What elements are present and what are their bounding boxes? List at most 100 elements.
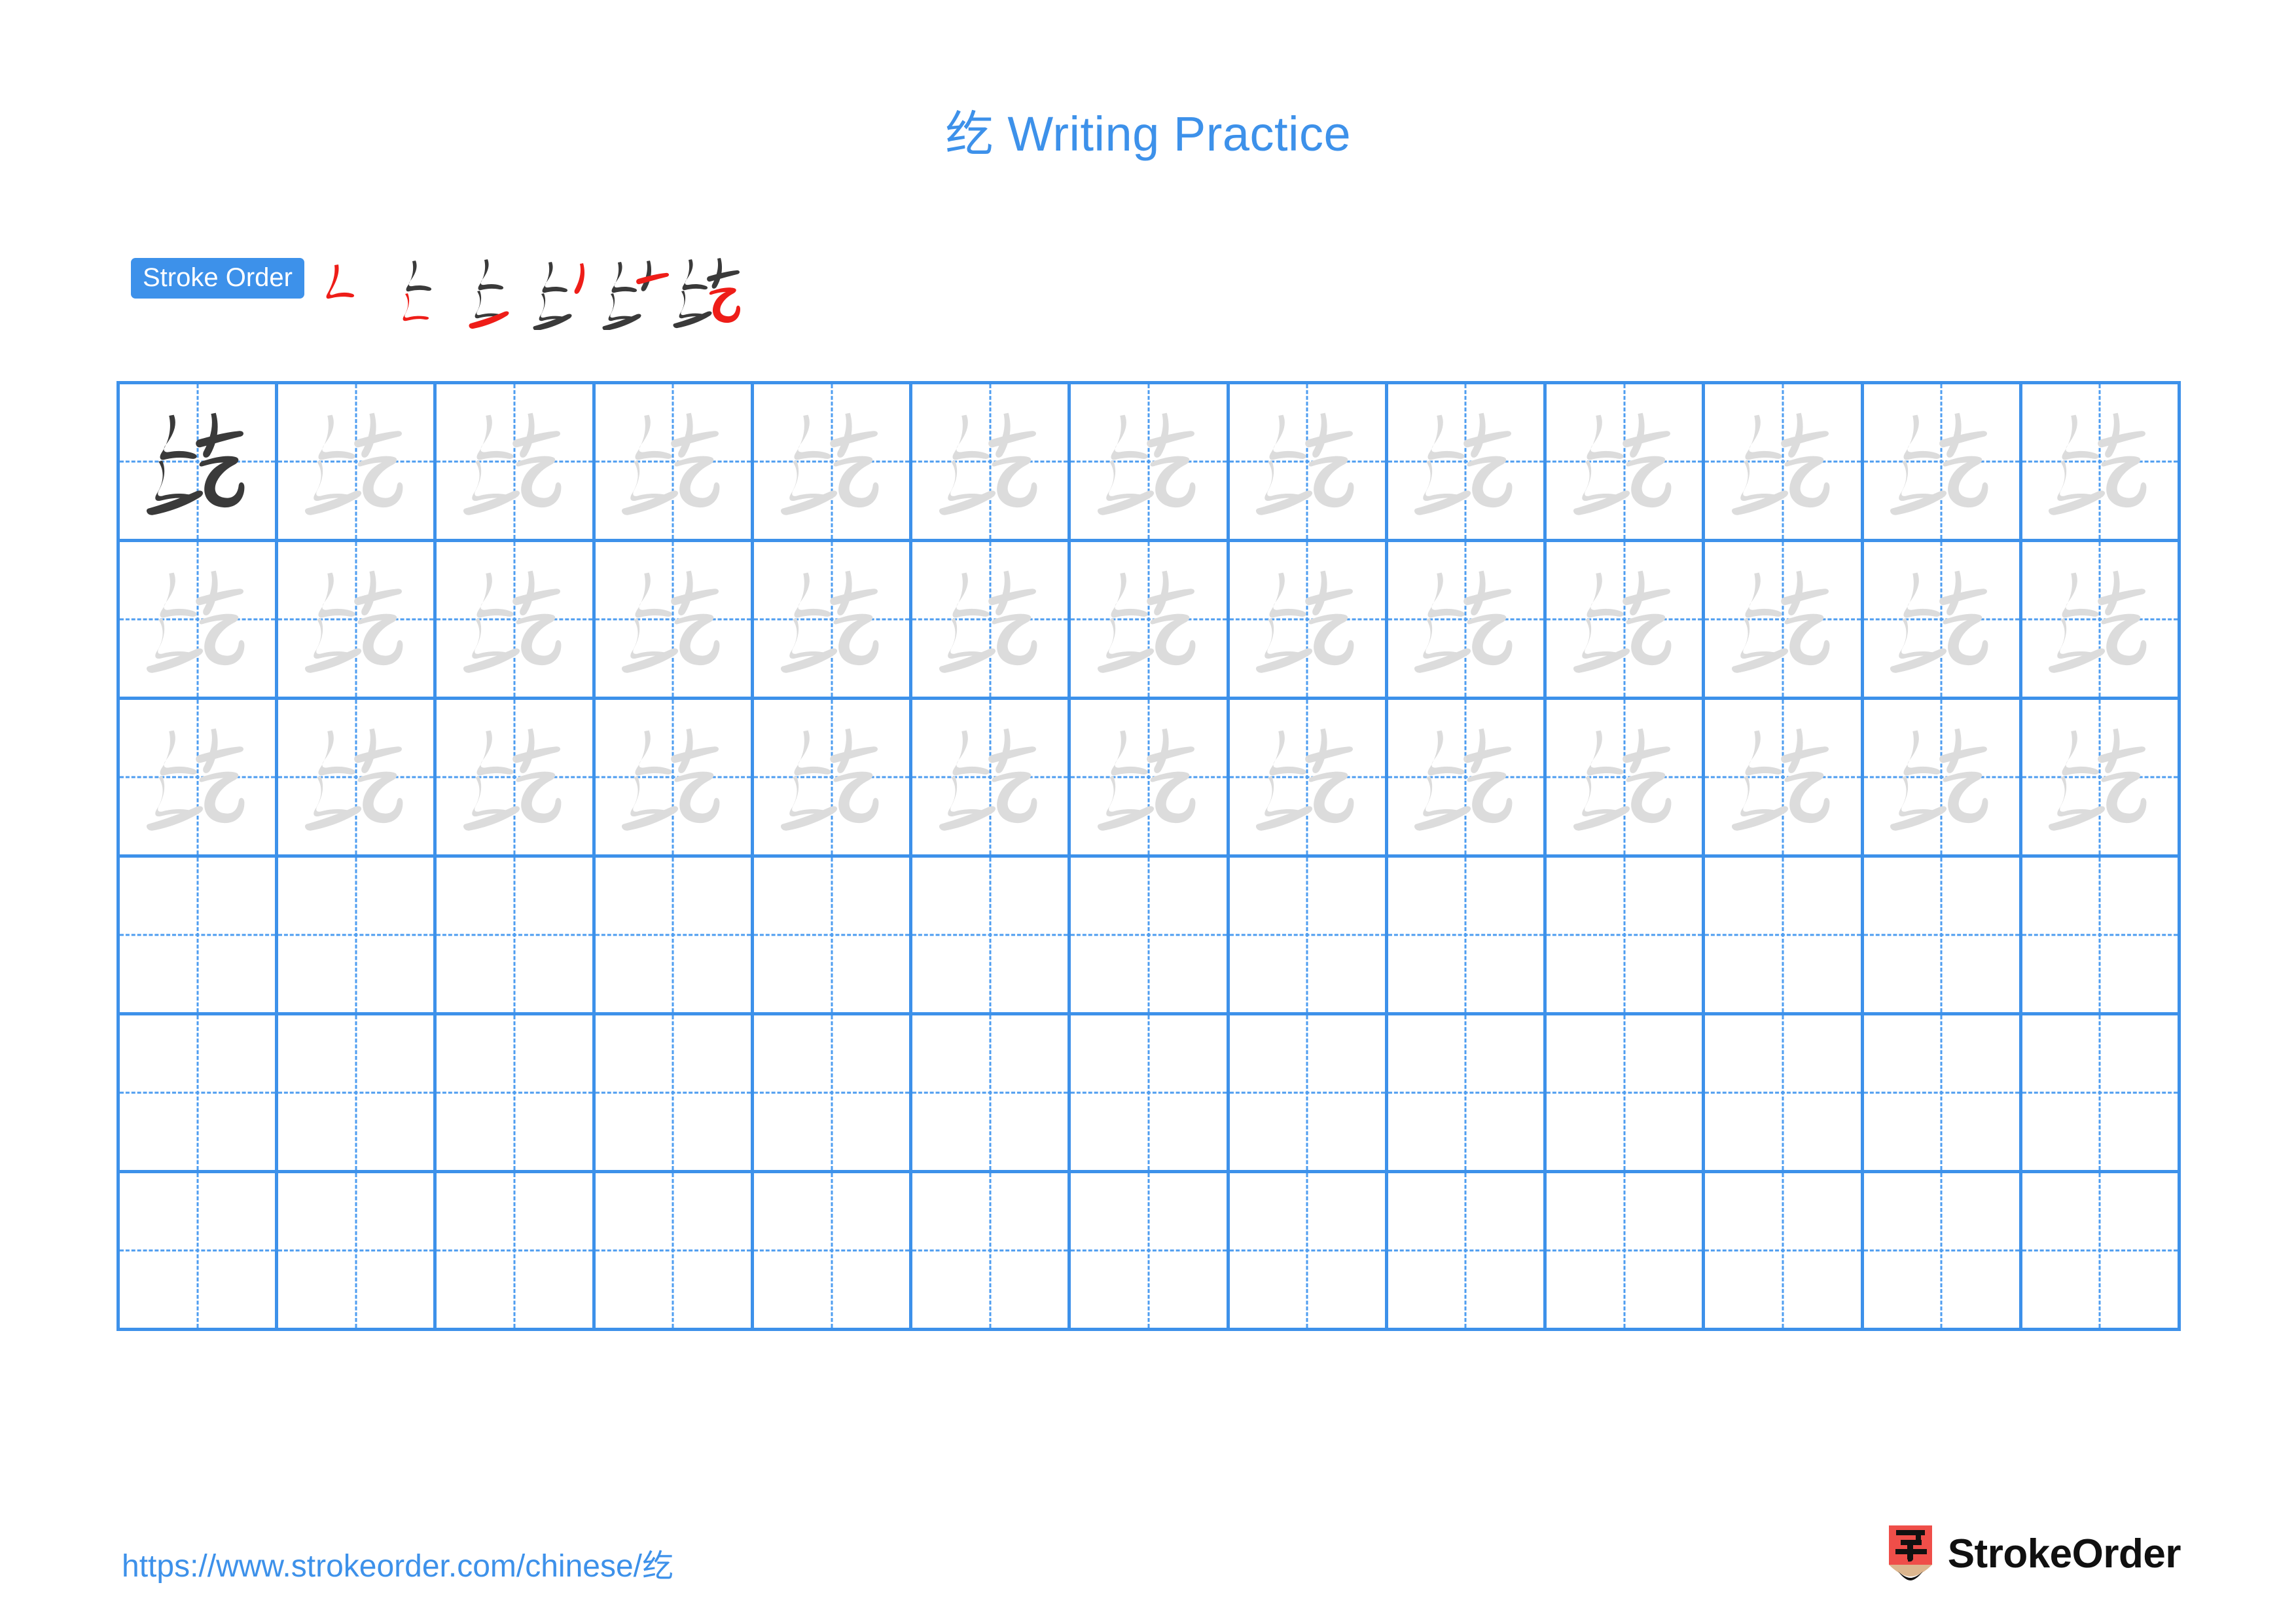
practice-cell[interactable] — [278, 384, 437, 542]
practice-cell[interactable] — [1863, 700, 2022, 858]
practice-cell[interactable] — [753, 858, 913, 1015]
practice-character — [1864, 700, 2019, 854]
practice-character — [912, 384, 1067, 539]
practice-cell[interactable] — [2022, 1173, 2181, 1331]
practice-cell[interactable] — [1229, 1173, 1388, 1331]
practice-character — [1230, 384, 1385, 539]
practice-cell[interactable] — [1071, 1173, 1230, 1331]
practice-cell[interactable] — [1863, 1015, 2022, 1173]
practice-cell[interactable] — [1547, 858, 1706, 1015]
practice-character — [1071, 384, 1226, 539]
practice-cell[interactable] — [1547, 700, 1706, 858]
practice-cell[interactable] — [278, 542, 437, 700]
source-url-link[interactable]: https://www.strokeorder.com/chinese/纥 — [122, 1540, 673, 1586]
practice-cell[interactable] — [1705, 1015, 1864, 1173]
practice-character — [437, 542, 592, 697]
practice-cell[interactable] — [1229, 858, 1388, 1015]
practice-cell[interactable] — [2022, 384, 2181, 542]
practice-cell[interactable] — [912, 542, 1071, 700]
practice-cell[interactable] — [1229, 700, 1388, 858]
practice-cell[interactable] — [1229, 384, 1388, 542]
practice-character — [2022, 700, 2178, 854]
practice-cell[interactable] — [595, 858, 754, 1015]
practice-cell[interactable] — [1229, 542, 1388, 700]
practice-cell[interactable] — [912, 1015, 1071, 1173]
practice-cell[interactable] — [1863, 542, 2022, 700]
practice-cell[interactable] — [1071, 1015, 1230, 1173]
stroke-order-section: Stroke Order — [131, 253, 744, 331]
practice-cell[interactable] — [120, 1015, 279, 1173]
practice-cell[interactable] — [1547, 384, 1706, 542]
practice-cell[interactable] — [1071, 542, 1230, 700]
practice-cell[interactable] — [595, 1173, 754, 1331]
practice-cell[interactable] — [120, 542, 279, 700]
practice-cell[interactable] — [595, 700, 754, 858]
practice-character — [1388, 384, 1543, 539]
practice-cell[interactable] — [437, 1015, 596, 1173]
practice-cell[interactable] — [1071, 700, 1230, 858]
practice-character — [1388, 700, 1543, 854]
practice-cell[interactable] — [120, 1173, 279, 1331]
practice-cell[interactable] — [1863, 858, 2022, 1015]
practice-cell[interactable] — [1388, 1015, 1547, 1173]
stroke-order-steps — [312, 253, 744, 330]
practice-cell[interactable] — [912, 700, 1071, 858]
practice-cell[interactable] — [1705, 542, 1864, 700]
practice-character — [2022, 542, 2178, 697]
practice-cell[interactable] — [120, 700, 279, 858]
practice-cell[interactable] — [912, 1173, 1071, 1331]
practice-cell[interactable] — [437, 384, 596, 542]
practice-cell[interactable] — [1863, 1173, 2022, 1331]
practice-cell[interactable] — [278, 858, 437, 1015]
practice-character — [1705, 700, 1860, 854]
practice-cell[interactable] — [753, 1015, 913, 1173]
practice-cell[interactable] — [753, 384, 913, 542]
practice-cell[interactable] — [1071, 384, 1230, 542]
practice-character — [1230, 700, 1385, 854]
practice-cell[interactable] — [1229, 1015, 1388, 1173]
practice-cell[interactable] — [278, 700, 437, 858]
practice-cell[interactable] — [595, 1015, 754, 1173]
practice-cell[interactable] — [753, 700, 913, 858]
practice-cell[interactable] — [120, 384, 279, 542]
practice-character — [754, 700, 909, 854]
practice-cell[interactable] — [1547, 1173, 1706, 1331]
practice-cell[interactable] — [437, 1173, 596, 1331]
practice-cell[interactable] — [1705, 384, 1864, 542]
practice-cell[interactable] — [753, 542, 913, 700]
practice-cell[interactable] — [437, 858, 596, 1015]
practice-cell[interactable] — [2022, 542, 2181, 700]
practice-cell[interactable] — [2022, 858, 2181, 1015]
stroke-step-6 — [672, 253, 744, 330]
practice-cell[interactable] — [278, 1015, 437, 1173]
practice-cell[interactable] — [1071, 858, 1230, 1015]
practice-cell[interactable] — [437, 700, 596, 858]
page-title: 纥 Writing Practice — [944, 107, 1352, 161]
practice-cell[interactable] — [1547, 1015, 1706, 1173]
practice-cell[interactable] — [1863, 384, 2022, 542]
practice-cell[interactable] — [437, 542, 596, 700]
practice-grid — [117, 381, 2181, 1331]
practice-cell[interactable] — [1705, 700, 1864, 858]
practice-cell[interactable] — [1388, 700, 1547, 858]
practice-cell[interactable] — [1388, 1173, 1547, 1331]
practice-character — [596, 384, 751, 539]
practice-character — [1547, 542, 1702, 697]
practice-cell[interactable] — [278, 1173, 437, 1331]
practice-cell[interactable] — [1705, 858, 1864, 1015]
practice-character — [278, 384, 433, 539]
practice-cell[interactable] — [1705, 1173, 1864, 1331]
practice-cell[interactable] — [1388, 858, 1547, 1015]
practice-cell[interactable] — [753, 1173, 913, 1331]
practice-cell[interactable] — [595, 542, 754, 700]
practice-cell[interactable] — [912, 858, 1071, 1015]
practice-cell[interactable] — [1388, 542, 1547, 700]
practice-cell[interactable] — [912, 384, 1071, 542]
practice-cell[interactable] — [2022, 1015, 2181, 1173]
practice-cell[interactable] — [1388, 384, 1547, 542]
practice-cell[interactable] — [120, 858, 279, 1015]
practice-cell[interactable] — [595, 384, 754, 542]
practice-cell[interactable] — [1547, 542, 1706, 700]
practice-cell[interactable] — [2022, 700, 2181, 858]
practice-character — [912, 542, 1067, 697]
